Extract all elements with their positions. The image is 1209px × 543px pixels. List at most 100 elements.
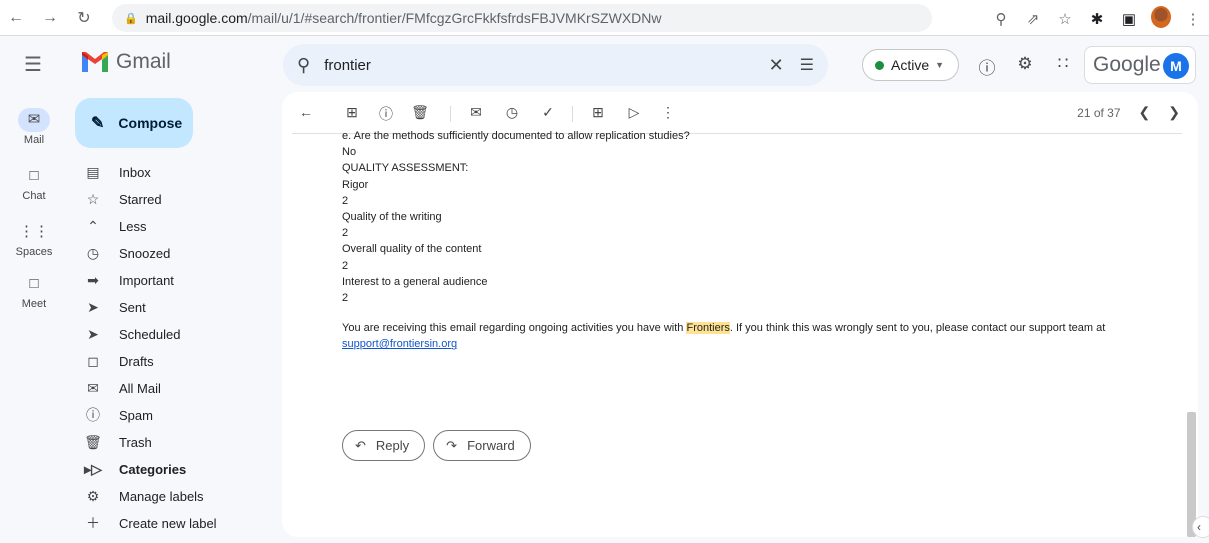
inbox-icon: ▤ xyxy=(86,163,100,180)
sidebar: ✎ Compose ▤ Inbox ☆ Starred ⌃ Less ◷ Sno… xyxy=(68,92,280,543)
sidebar-item-categories[interactable]: ▸▷ Categories xyxy=(78,456,278,482)
snooze-icon[interactable]: ◷ xyxy=(502,104,522,121)
add-task-icon[interactable]: ✓ xyxy=(538,104,558,121)
arrow-left-icon[interactable]: ← xyxy=(4,6,28,30)
older-chevron-icon[interactable]: ❯ xyxy=(1168,104,1180,121)
move-to-icon[interactable]: ⊞ xyxy=(588,104,608,121)
label-icon[interactable]: ▷ xyxy=(624,104,644,121)
archive-icon[interactable]: ⊞ xyxy=(342,104,362,121)
mark-unread-icon[interactable]: ✉ xyxy=(466,104,486,121)
clear-search-icon[interactable]: ✕ xyxy=(769,55,784,76)
compose-label: Compose xyxy=(118,115,183,131)
sidebar-item-label: Starred xyxy=(119,191,162,207)
status-selector[interactable]: Active ▼ xyxy=(862,49,960,81)
plus-icon: ＋ xyxy=(86,515,100,531)
sidebar-item-all-mail[interactable]: ✉ All Mail xyxy=(78,375,278,401)
sidebar-item-drafts[interactable]: ◻ Drafts xyxy=(78,348,278,374)
forward-icon: ↷ xyxy=(446,437,458,453)
side-panel-icon[interactable]: ▣ xyxy=(1119,10,1139,28)
footer-text-before: You are receiving this email regarding o… xyxy=(342,322,687,335)
status-label: Active xyxy=(891,57,930,73)
browser-toolbar: ← → ↻ 🔒 mail.google.com/mail/u/1/#search… xyxy=(0,0,1209,36)
spam-icon: ⓘ xyxy=(86,407,100,423)
search-options-icon[interactable]: ☰ xyxy=(800,55,814,75)
clock-icon: ◷ xyxy=(86,244,100,261)
rail-item-meet[interactable]: □ Meet xyxy=(0,272,68,310)
delete-icon[interactable]: 🗑 xyxy=(410,104,430,121)
address-bar[interactable]: 🔒 mail.google.com/mail/u/1/#search/front… xyxy=(112,4,932,32)
reply-button[interactable]: ↶ Reply xyxy=(342,430,426,461)
sidebar-item-create-label[interactable]: ＋ Create new label xyxy=(78,510,278,536)
bookmark-star-icon[interactable]: ☆ xyxy=(1055,10,1075,28)
url-host: mail.google.com xyxy=(145,10,248,26)
google-wordmark: Google xyxy=(1093,53,1161,76)
newer-chevron-icon[interactable]: ❮ xyxy=(1139,104,1151,121)
body-line: QUALITY ASSESSMENT: xyxy=(342,162,469,175)
sidebar-item-label: Inbox xyxy=(119,164,151,180)
forward-label: Forward xyxy=(467,438,515,453)
help-icon[interactable]: ⓘ xyxy=(976,54,998,79)
label-icon: ▸▷ xyxy=(84,460,102,477)
gmail-logo[interactable]: Gmail xyxy=(82,50,171,74)
meet-icon: □ xyxy=(29,275,39,292)
main-menu-icon[interactable]: ☰ xyxy=(24,52,42,77)
reload-icon[interactable]: ↻ xyxy=(72,6,96,30)
sidebar-item-label: All Mail xyxy=(119,380,161,396)
sidebar-item-label: Create new label xyxy=(119,515,217,531)
search-bar[interactable]: ⚲ ✕ ☰ xyxy=(283,44,828,86)
forward-button[interactable]: ↷ Forward xyxy=(433,430,531,461)
sidebar-item-label: Snoozed xyxy=(119,245,171,261)
sidebar-item-sent[interactable]: ➤ Sent xyxy=(78,294,278,320)
sidebar-item-label: Scheduled xyxy=(119,326,181,342)
app-name: Gmail xyxy=(116,50,171,73)
zoom-icon[interactable]: ⚲ xyxy=(991,10,1011,28)
rail-label: Spaces xyxy=(15,246,53,258)
compose-button[interactable]: ✎ Compose xyxy=(75,98,193,148)
search-icon[interactable]: ⚲ xyxy=(297,55,310,76)
sidebar-item-trash[interactable]: 🗑 Trash xyxy=(78,429,278,455)
rail-item-chat[interactable]: □ Chat xyxy=(0,164,68,202)
gmail-header: ☰ Gmail ⚲ ✕ ☰ Active ▼ ⓘ ⚙ ∷ Google M xyxy=(0,36,1209,92)
google-account-box[interactable]: Google M xyxy=(1084,46,1196,84)
more-options-icon[interactable]: ⋮ xyxy=(658,104,678,121)
lock-icon[interactable]: 🔒 xyxy=(124,12,138,25)
scheduled-send-icon: ➤ xyxy=(87,325,99,342)
rail-item-spaces[interactable]: ⋮⋮ Spaces xyxy=(0,220,68,258)
url-path: /mail/u/1/#search/frontier/FMfcgzGrcFkkf… xyxy=(247,10,662,26)
settings-icon[interactable]: ⚙ xyxy=(1014,54,1036,79)
sidebar-item-less[interactable]: ⌃ Less xyxy=(78,213,278,239)
gear-icon: ⚙ xyxy=(86,487,100,504)
sidebar-item-scheduled[interactable]: ➤ Scheduled xyxy=(78,321,278,347)
rail-label: Mail xyxy=(23,134,45,146)
body-line: 2 xyxy=(342,194,349,207)
apps-grid-icon[interactable]: ∷ xyxy=(1052,54,1074,79)
body-line: No xyxy=(342,146,357,159)
account-avatar[interactable]: M xyxy=(1163,53,1189,79)
pager-text: 21 of 37 xyxy=(1077,105,1121,120)
body-line: Overall quality of the content xyxy=(342,243,482,256)
message-view: ← ⊞ ⓘ 🗑 ✉ ◷ ✓ ⊞ ▷ ⋮ 21 of 37 ❮ ❯ e. Are … xyxy=(282,92,1198,537)
sidebar-item-snoozed[interactable]: ◷ Snoozed xyxy=(78,240,278,266)
share-icon[interactable]: ⇗ xyxy=(1023,10,1043,28)
draft-icon: ◻ xyxy=(87,352,99,369)
extensions-icon[interactable]: ✱ xyxy=(1087,10,1107,28)
report-spam-icon[interactable]: ⓘ xyxy=(376,104,396,124)
side-panel-toggle[interactable]: ‹ xyxy=(1192,516,1209,538)
star-icon: ☆ xyxy=(86,190,100,207)
arrow-right-icon[interactable]: → xyxy=(38,6,62,30)
sidebar-item-spam[interactable]: ⓘ Spam xyxy=(78,402,278,428)
search-input[interactable] xyxy=(324,56,769,74)
search-highlight: Frontiers xyxy=(686,322,730,335)
sidebar-item-inbox[interactable]: ▤ Inbox xyxy=(78,159,278,185)
send-icon: ➤ xyxy=(87,298,99,315)
back-to-search-icon[interactable]: ← xyxy=(296,104,316,120)
support-email-link[interactable]: support@frontiersin.org xyxy=(342,338,457,350)
sidebar-item-important[interactable]: ➡ Important xyxy=(78,267,278,293)
rail-item-mail[interactable]: ✉ Mail xyxy=(0,108,68,146)
spaces-icon: ⋮⋮ xyxy=(19,223,49,240)
profile-avatar[interactable] xyxy=(1151,6,1171,32)
sidebar-item-manage-labels[interactable]: ⚙ Manage labels xyxy=(78,483,278,509)
kebab-menu-icon[interactable]: ⋮ xyxy=(1183,10,1203,28)
sidebar-item-starred[interactable]: ☆ Starred xyxy=(78,186,278,212)
sidebar-item-label: Less xyxy=(119,218,147,234)
